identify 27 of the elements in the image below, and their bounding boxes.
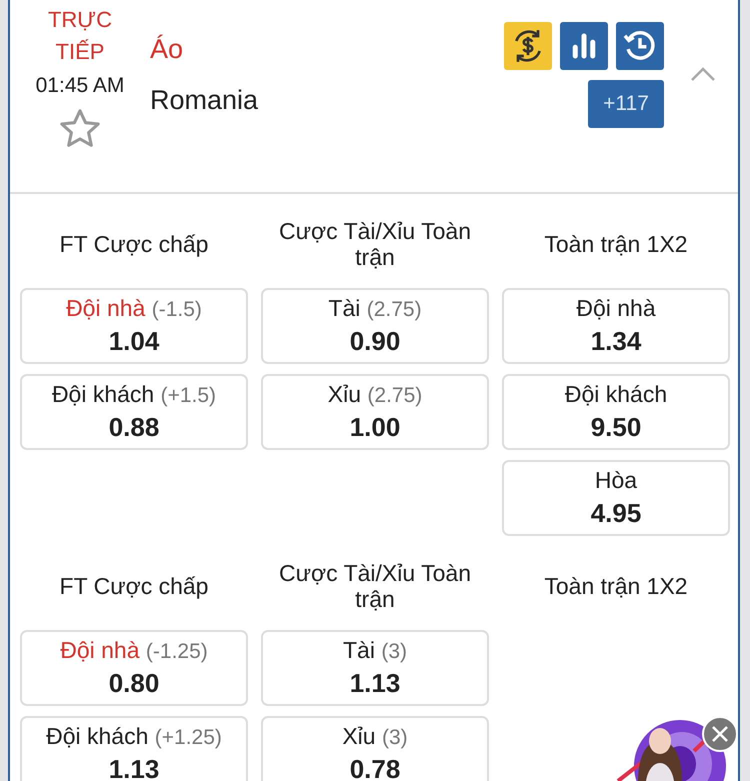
- more-markets-button[interactable]: +117: [588, 80, 664, 128]
- market-title: Toàn trận 1X2: [543, 230, 689, 259]
- odds-button[interactable]: Tài (3) 1.13: [261, 630, 489, 706]
- odds-button[interactable]: Hòa 4.95: [502, 460, 730, 536]
- odds-button[interactable]: Đội nhà 1.34: [502, 288, 730, 364]
- odds-button[interactable]: Đội nhà (-1.25) 0.80: [20, 630, 248, 706]
- match-time: 01:45 AM: [36, 74, 124, 98]
- odds-button[interactable]: Đội khách 9.50: [502, 374, 730, 450]
- market-title: FT Cược chấp: [58, 572, 210, 601]
- market-title: Toàn trận 1X2: [543, 572, 689, 601]
- odds-button[interactable]: Xỉu (3) 0.78: [261, 716, 489, 781]
- live-status: TRỰC TIẾP: [46, 6, 113, 66]
- market-title: Cược Tài/Xỉu Toàn trận: [278, 559, 472, 614]
- market-title: Cược Tài/Xỉu Toàn trận: [278, 217, 472, 272]
- home-team: Áo: [150, 34, 184, 65]
- bar-chart-icon[interactable]: [560, 22, 608, 70]
- odds-button[interactable]: Tài (2.75) 0.90: [261, 288, 489, 364]
- away-team: Romania: [150, 85, 260, 116]
- odds-button[interactable]: Đội khách (+1.25) 1.13: [20, 716, 248, 781]
- odds-button[interactable]: Xỉu (2.75) 1.00: [261, 374, 489, 450]
- close-icon: [711, 725, 729, 743]
- odds-button[interactable]: Đội khách (+1.5) 0.88: [20, 374, 248, 450]
- dollar-exchange-icon[interactable]: [504, 22, 552, 70]
- odds-button[interactable]: Đội nhà (-1.5) 1.04: [20, 288, 248, 364]
- market-title: FT Cược chấp: [58, 230, 210, 259]
- close-button[interactable]: [702, 716, 738, 752]
- history-icon[interactable]: [616, 22, 664, 70]
